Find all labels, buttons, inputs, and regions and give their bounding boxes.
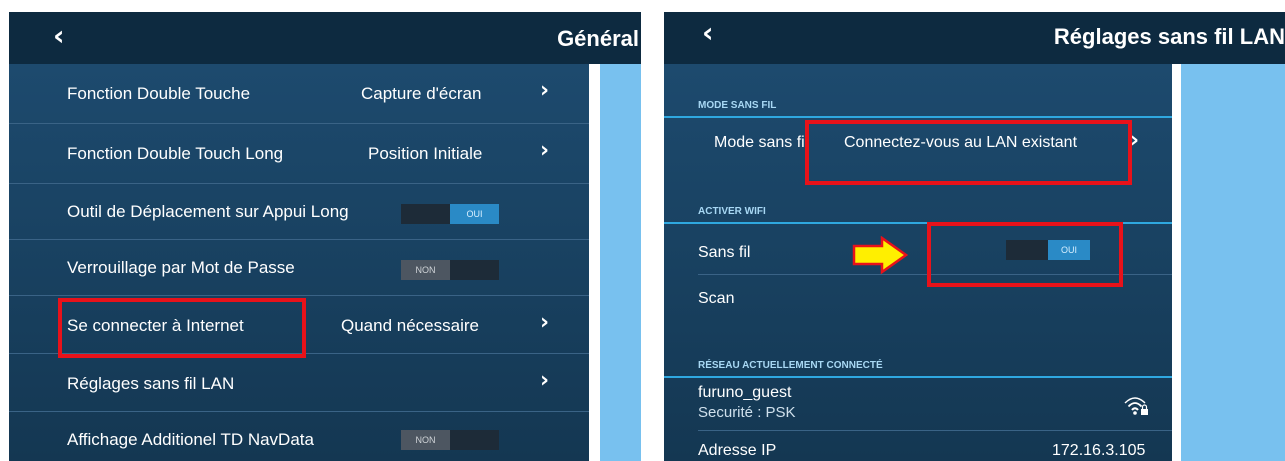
section-title-mode: MODE SANS FIL	[698, 100, 777, 111]
setting-label: Fonction Double Touch Long	[67, 144, 284, 163]
wireless-lan-header: ‹ Réglages sans fil LAN	[664, 12, 1285, 64]
setting-value: Quand nécessaire	[341, 316, 479, 335]
setting-label: Outil de Déplacement sur Appui Long	[67, 202, 349, 221]
toggle-off-label: NON	[401, 260, 450, 280]
chevron-right-icon: ›	[540, 78, 550, 103]
highlight-box-wireless	[927, 222, 1123, 287]
setting-label: Affichage Additionel TD NavData	[67, 430, 314, 449]
scan-button[interactable]: Scan	[698, 290, 734, 308]
long-press-toggle[interactable]: OUI	[401, 204, 499, 224]
chevron-right-icon: ›	[540, 138, 550, 163]
section-title-wifi: ACTIVER WIFI	[698, 206, 766, 217]
wireless-label: Sans fil	[698, 244, 751, 261]
scrollbar-thumb[interactable]	[592, 70, 596, 232]
general-settings-panel: ‹ Général Fonction Double Touche Capture…	[9, 12, 641, 461]
wireless-lan-panel: ‹ Réglages sans fil LAN MODE SANS FIL Mo…	[664, 12, 1285, 461]
section-divider	[664, 376, 1172, 378]
back-button[interactable]: ‹	[53, 19, 65, 52]
page-title: Général	[557, 26, 639, 51]
section-title-network: RÉSEAU ACTUELLEMENT CONNECTÉ	[698, 360, 883, 371]
section-divider	[664, 116, 1172, 118]
highlight-box-mode	[805, 120, 1132, 185]
setting-row-double-touch-long[interactable]: Fonction Double Touch Long Position Init…	[9, 124, 589, 184]
side-blue-area	[600, 64, 641, 461]
yellow-arrow-icon	[852, 236, 908, 274]
chevron-right-icon: ›	[540, 368, 550, 393]
setting-value: Capture d'écran	[361, 84, 482, 103]
wifi-mode-label: Mode sans fil	[714, 134, 809, 151]
setting-row-password-lock[interactable]: Verrouillage par Mot de Passe NON	[9, 240, 589, 296]
page-title: Réglages sans fil LAN	[1053, 24, 1285, 49]
td-navdata-toggle[interactable]: NON	[401, 430, 499, 450]
password-lock-toggle[interactable]: NON	[401, 260, 499, 280]
chevron-right-icon: ›	[540, 310, 550, 335]
back-button[interactable]: ‹	[702, 16, 714, 49]
toggle-on-label: OUI	[450, 204, 499, 224]
general-header: ‹ Général	[9, 12, 641, 64]
setting-row-td-navdata[interactable]: Affichage Additionel TD NavData NON	[9, 412, 589, 461]
side-blue-area	[1181, 64, 1285, 461]
scrollbar-thumb[interactable]	[1173, 64, 1178, 461]
setting-label: Réglages sans fil LAN	[67, 374, 235, 393]
setting-label: Verrouillage par Mot de Passe	[67, 258, 295, 277]
highlight-box-internet	[58, 298, 306, 358]
toggle-off-label: NON	[401, 430, 450, 450]
setting-row-long-press-move[interactable]: Outil de Déplacement sur Appui Long OUI	[9, 184, 589, 240]
wifi-lock-icon	[1124, 397, 1148, 415]
ip-address-label: Adresse IP	[698, 442, 777, 459]
setting-label: Fonction Double Touche	[67, 84, 251, 103]
setting-row-wireless-lan[interactable]: Réglages sans fil LAN ›	[9, 354, 589, 412]
ip-address-value: 172.16.3.105	[1052, 442, 1146, 459]
row-divider	[698, 430, 1172, 431]
setting-row-double-touch[interactable]: Fonction Double Touche Capture d'écran ›	[9, 64, 589, 124]
network-ssid: furuno_guest	[698, 384, 792, 401]
general-settings-list: Fonction Double Touche Capture d'écran ›…	[9, 64, 589, 461]
network-security: Securité : PSK	[698, 404, 796, 421]
setting-value: Position Initiale	[368, 144, 483, 163]
